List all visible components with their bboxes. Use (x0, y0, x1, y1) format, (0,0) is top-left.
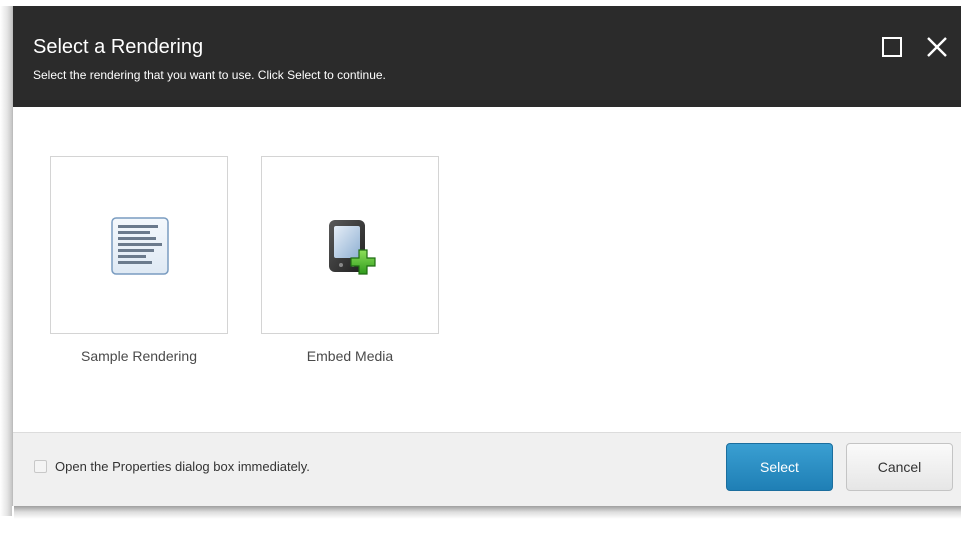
close-button[interactable] (924, 34, 950, 60)
cancel-button[interactable]: Cancel (846, 443, 953, 491)
document-lines-icon (111, 217, 169, 275)
maximize-button[interactable] (879, 34, 905, 60)
close-icon (927, 37, 947, 57)
rendering-tile-embed-media[interactable] (261, 156, 439, 334)
rendering-label-embed-media: Embed Media (306, 348, 394, 364)
dialog-subtitle: Select the rendering that you want to us… (33, 68, 386, 82)
dialog-title: Select a Rendering (33, 36, 204, 58)
dialog-shadow-bottom (14, 505, 961, 519)
rendering-tile-sample-rendering[interactable] (50, 156, 228, 334)
device-add-icon (329, 220, 376, 275)
renderings-list: Sample Rendering Embed Media (13, 107, 961, 432)
rendering-label-sample-rendering: Sample Rendering (81, 348, 197, 364)
screen: Select a Rendering Select the rendering … (0, 0, 961, 542)
select-rendering-dialog: Select a Rendering Select the rendering … (12, 6, 961, 506)
open-properties-label[interactable]: Open the Properties dialog box immediate… (55, 459, 310, 474)
dialog-shadow (0, 6, 12, 516)
open-properties-checkbox[interactable] (34, 460, 47, 473)
select-button[interactable]: Select (726, 443, 833, 491)
maximize-icon (882, 37, 902, 57)
dialog-header: Select a Rendering Select the rendering … (13, 6, 961, 107)
dialog-footer: Open the Properties dialog box immediate… (13, 432, 961, 506)
